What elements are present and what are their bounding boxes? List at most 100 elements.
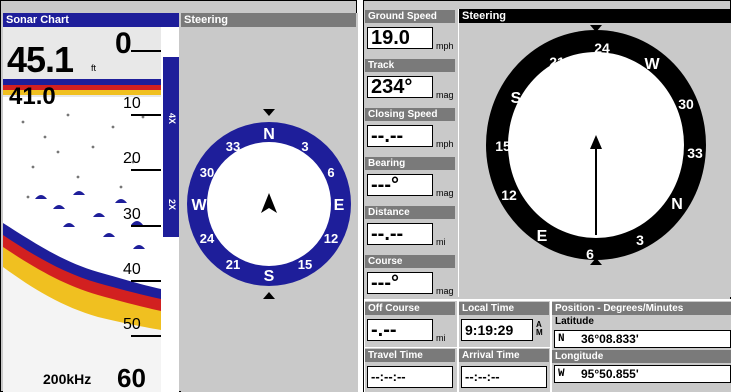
ground-speed-unit: mph [436, 41, 454, 51]
longitude-hemisphere: W [558, 368, 565, 380]
right-compass-12: 12 [501, 187, 517, 203]
travel-time-value: --:--:-- [367, 366, 453, 388]
bearing-unit: mag [436, 188, 454, 198]
right-compass-E: E [537, 228, 548, 245]
distance-unit: mi [436, 237, 446, 247]
scale-label-20: 20 [123, 150, 141, 167]
scale-label-10: 10 [123, 95, 141, 112]
left-compass-12: 12 [324, 231, 338, 246]
track-unit: mag [436, 90, 454, 100]
ground-speed-value: 19.0 [367, 27, 433, 49]
off-course-value: -.-- [367, 319, 433, 341]
arrival-time-label: Arrival Time [459, 349, 549, 362]
distance-value: --.-- [367, 223, 433, 245]
right-compass-N: N [671, 196, 683, 213]
right-compass-15: 15 [495, 138, 511, 154]
right-compass-24: 24 [594, 40, 610, 56]
right-compass-21: 21 [549, 54, 565, 70]
field-bearing[interactable]: Bearing ---° mag [365, 156, 457, 204]
left-compass-15: 15 [298, 257, 312, 272]
depth-secondary: 41.0 [9, 83, 56, 110]
latitude-hemisphere: N [558, 333, 565, 345]
arrival-time-value: --:--:-- [461, 366, 547, 388]
local-time-ampm: AM [536, 320, 543, 337]
distance-label: Distance [365, 206, 455, 219]
depth-unit: ft [91, 63, 97, 73]
right-steering-panel[interactable]: Steering 24 W 30 33 N 3 6 E 12 15 S 21 [458, 9, 731, 297]
longitude-label-bar: Longitude [552, 350, 731, 363]
sonar-display [3, 27, 179, 392]
field-ground-speed[interactable]: Ground Speed 19.0 mph [365, 9, 457, 57]
field-local-time[interactable]: Local Time 9:19:29 AM [458, 301, 550, 347]
left-steering-title: Steering [181, 13, 356, 27]
right-compass-W: W [644, 56, 660, 73]
scale-label-40: 40 [123, 261, 141, 278]
bottom-data-row: Off Course -.-- mi Local Time 9:19:29 AM… [364, 299, 731, 392]
right-compass-S: S [511, 90, 522, 107]
position-title: Position - Degrees/Minutes [552, 302, 731, 315]
track-value: 234° [367, 76, 433, 98]
sonar-title: Sonar Chart [3, 13, 179, 27]
left-compass-W: W [191, 197, 207, 214]
bearing-label: Bearing [365, 157, 455, 170]
left-compass-24: 24 [200, 231, 215, 246]
field-travel-time[interactable]: Travel Time --:--:-- [365, 348, 457, 392]
longitude-label: Longitude [555, 351, 604, 362]
track-label: Track [365, 59, 455, 72]
frequency-label: 200kHz [43, 371, 92, 387]
left-compass-33: 33 [226, 139, 240, 154]
latitude-field: N 36°08.833' [554, 330, 731, 348]
bearing-value: ---° [367, 174, 433, 196]
right-compass: 24 W 30 33 N 3 6 E 12 15 S 21 [486, 25, 706, 265]
zoom-label-2x[interactable]: 2X [165, 199, 177, 210]
field-distance[interactable]: Distance --.-- mi [365, 205, 457, 253]
left-compass-30: 30 [200, 165, 214, 180]
left-screen: Sonar Chart 45.1 ft 41.0 0 10 20 30 40 5… [0, 0, 358, 392]
course-unit: mag [436, 286, 454, 296]
left-compass-6: 6 [327, 165, 334, 180]
left-compass: N 3 6 E 12 15 S 21 24 W 30 33 [187, 109, 351, 299]
closing-speed-value: --.-- [367, 125, 433, 147]
scale-label-0: 0 [115, 27, 132, 60]
left-steering-panel[interactable]: Steering N 3 6 E 12 15 S 21 24 W 30 33 [181, 13, 358, 392]
field-arrival-time[interactable]: Arrival Time --:--:-- [458, 348, 550, 392]
left-compass-E: E [334, 197, 345, 214]
course-label: Course [365, 255, 455, 268]
travel-time-label: Travel Time [365, 349, 455, 362]
left-compass-top-marker [263, 109, 275, 116]
left-compass-21: 21 [226, 257, 240, 272]
left-compass-S: S [264, 268, 275, 285]
scale-label-30: 30 [123, 206, 141, 223]
off-course-unit: mi [436, 333, 446, 343]
local-time-value: 9:19:29 [461, 319, 533, 341]
field-position[interactable]: Position - Degrees/Minutes Latitude N 36… [551, 301, 731, 392]
closing-speed-unit: mph [436, 139, 454, 149]
zoom-label-4x[interactable]: 4X [165, 113, 177, 124]
depth-readout: 45.1 [7, 39, 74, 80]
latitude-label: Latitude [555, 316, 594, 327]
scale-label-50: 50 [123, 316, 141, 333]
field-track[interactable]: Track 234° mag [365, 58, 457, 106]
scale-label-60: 60 [117, 363, 146, 392]
closing-speed-label: Closing Speed [365, 108, 455, 121]
field-course[interactable]: Course ---° mag [365, 254, 457, 302]
right-compass-3: 3 [636, 232, 644, 248]
left-compass-N: N [263, 126, 275, 143]
data-column: Ground Speed 19.0 mph Track 234° mag Clo… [365, 9, 457, 299]
ground-speed-label: Ground Speed [365, 10, 455, 23]
left-compass-bottom-marker [263, 292, 275, 299]
right-screen: Ground Speed 19.0 mph Track 234° mag Clo… [363, 0, 731, 392]
field-off-course[interactable]: Off Course -.-- mi [365, 301, 457, 347]
left-compass-3: 3 [301, 139, 308, 154]
right-compass-33: 33 [687, 145, 703, 161]
off-course-label: Off Course [365, 302, 455, 315]
local-time-label: Local Time [459, 302, 549, 315]
right-steering-title: Steering [459, 9, 731, 23]
course-value: ---° [367, 272, 433, 294]
right-compass-6: 6 [586, 246, 594, 262]
right-compass-30: 30 [678, 96, 694, 112]
longitude-value: 95°50.855' [581, 367, 639, 381]
sonar-panel[interactable]: Sonar Chart 45.1 ft 41.0 0 10 20 30 40 5… [3, 13, 179, 392]
field-closing-speed[interactable]: Closing Speed --.-- mph [365, 107, 457, 155]
longitude-field: W 95°50.855' [554, 365, 731, 383]
